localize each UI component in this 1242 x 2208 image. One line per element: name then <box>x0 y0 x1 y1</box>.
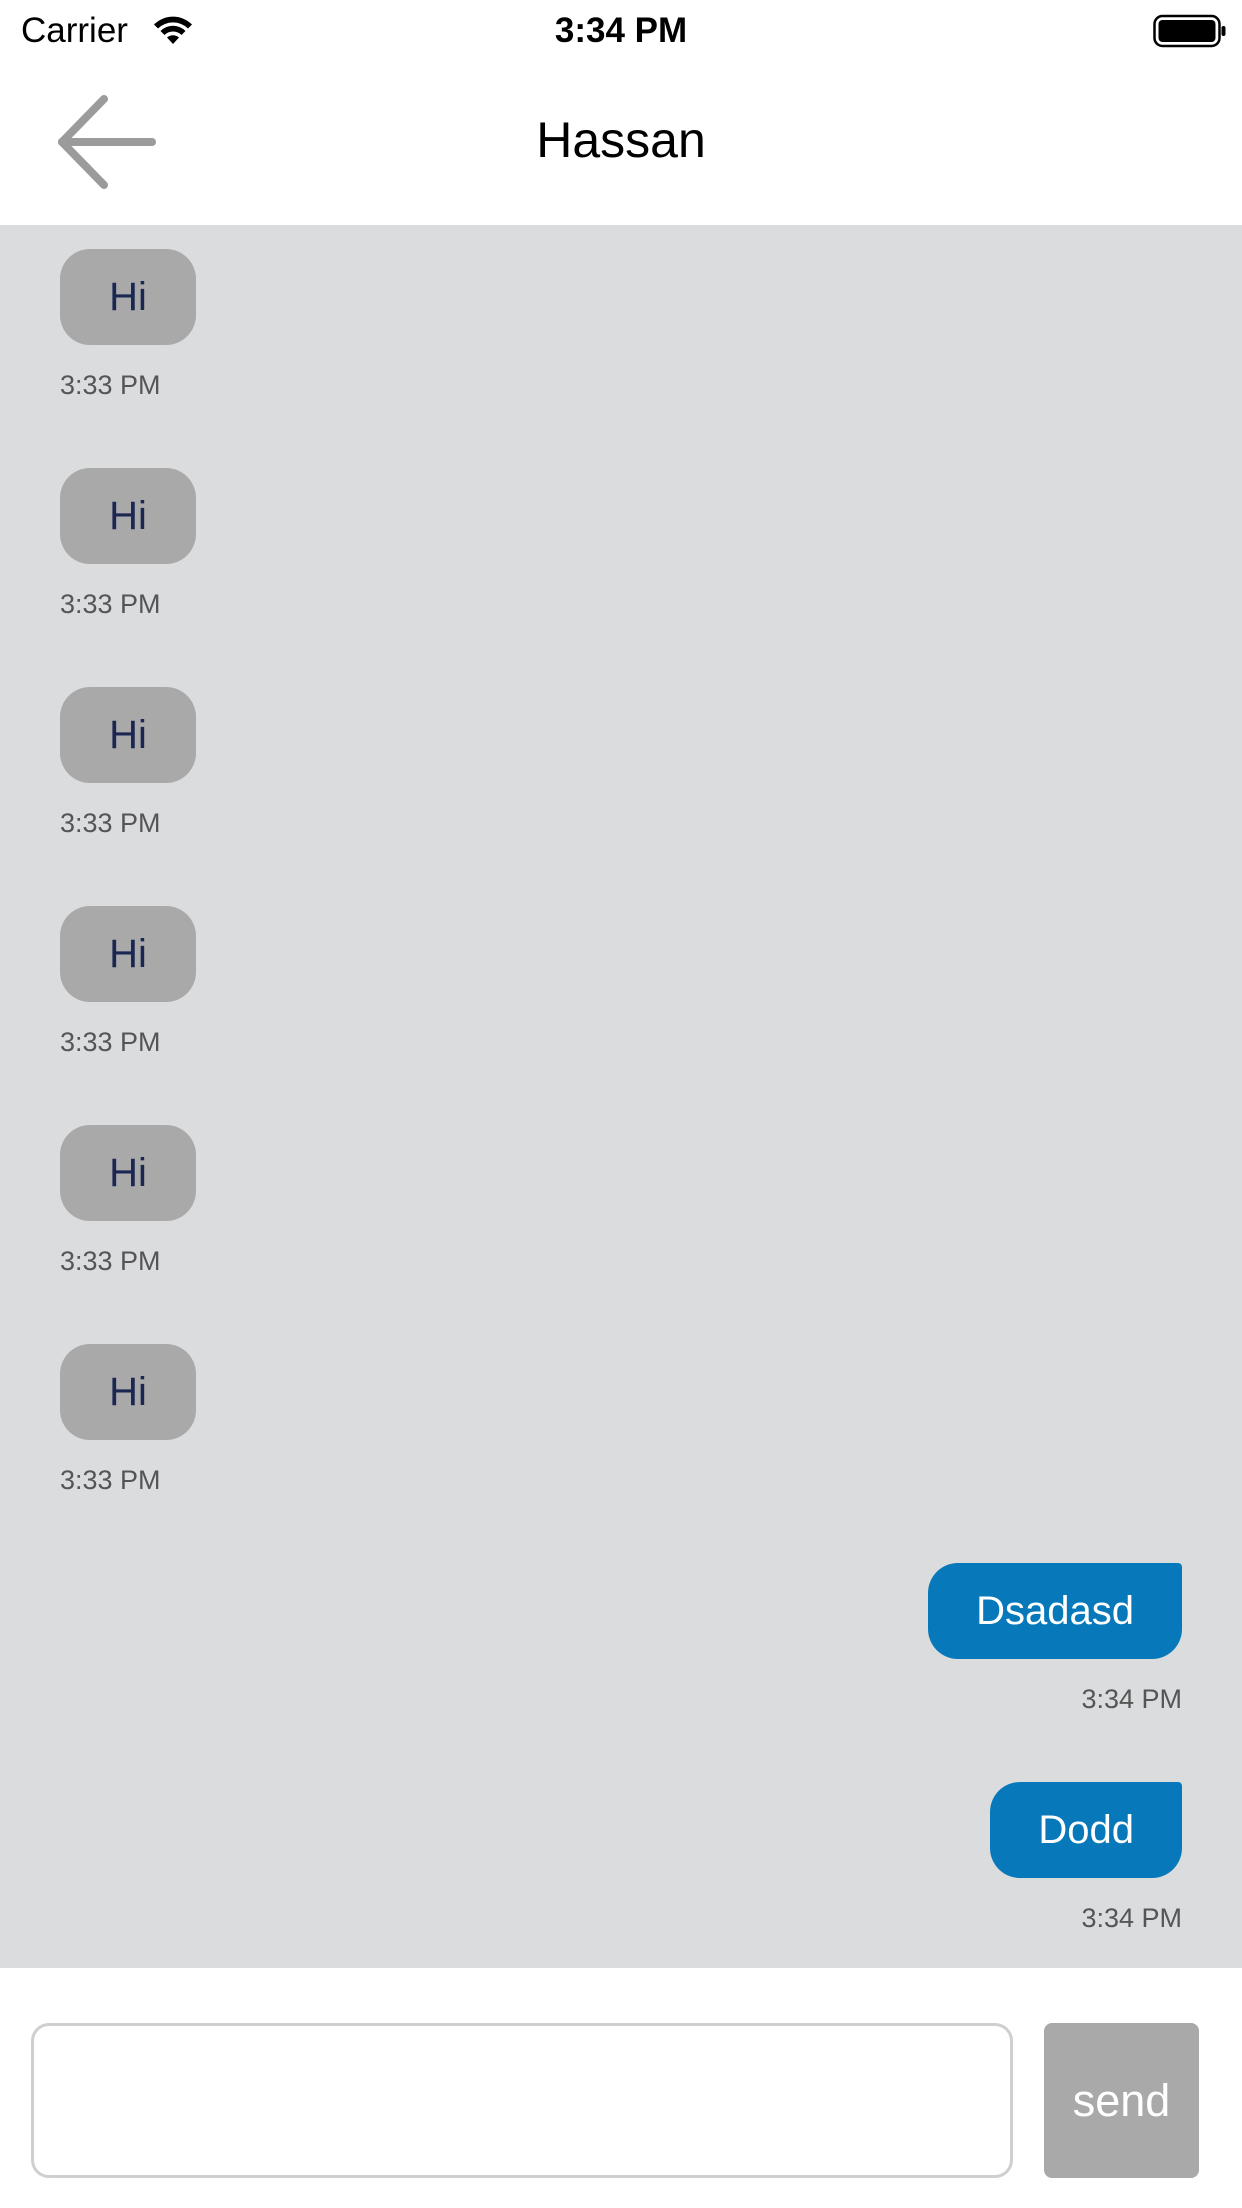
message-item: Hi 3:33 PM <box>0 687 1242 887</box>
message-time: 3:33 PM <box>60 589 161 619</box>
chat-title: Hassan <box>536 112 706 168</box>
message-bubble[interactable]: Dodd <box>990 1782 1182 1878</box>
message-bubble[interactable]: Hi <box>60 906 196 1002</box>
navigation-bar: Hassan <box>0 63 1242 225</box>
message-bubble[interactable]: Hi <box>60 687 196 783</box>
message-list[interactable]: Hi 3:33 PM Hi 3:33 PM Hi 3:33 PM Hi 3:33… <box>0 225 1242 1968</box>
message-bubble[interactable]: Hi <box>60 1344 196 1440</box>
send-button[interactable]: send <box>1044 2023 1199 2178</box>
message-item: Dsadasd 3:34 PM <box>0 1563 1242 1763</box>
message-bubble[interactable]: Hi <box>60 468 196 564</box>
message-item: Hi 3:33 PM <box>0 468 1242 668</box>
message-item: Dodd 3:34 PM <box>0 1782 1242 1982</box>
message-item: Hi 3:33 PM <box>0 1125 1242 1325</box>
message-time: 3:33 PM <box>60 808 161 838</box>
message-time: 3:34 PM <box>1081 1903 1182 1933</box>
message-time: 3:33 PM <box>60 1027 161 1057</box>
message-time: 3:33 PM <box>60 370 161 400</box>
message-bubble[interactable]: Hi <box>60 249 196 345</box>
message-time: 3:34 PM <box>1081 1684 1182 1714</box>
status-bar: Carrier 3:34 PM <box>0 0 1242 63</box>
message-item: Hi 3:33 PM <box>0 1344 1242 1544</box>
battery-icon <box>1153 14 1227 48</box>
message-input[interactable] <box>31 2023 1013 2178</box>
message-bubble[interactable]: Dsadasd <box>928 1563 1182 1659</box>
status-time: 3:34 PM <box>554 11 688 50</box>
message-item: Hi 3:33 PM <box>0 249 1242 449</box>
message-composer: send <box>0 1968 1242 2208</box>
message-bubble[interactable]: Hi <box>60 1125 196 1221</box>
message-item: Hi 3:33 PM <box>0 906 1242 1106</box>
message-time: 3:33 PM <box>60 1246 161 1276</box>
message-time: 3:33 PM <box>60 1465 161 1495</box>
